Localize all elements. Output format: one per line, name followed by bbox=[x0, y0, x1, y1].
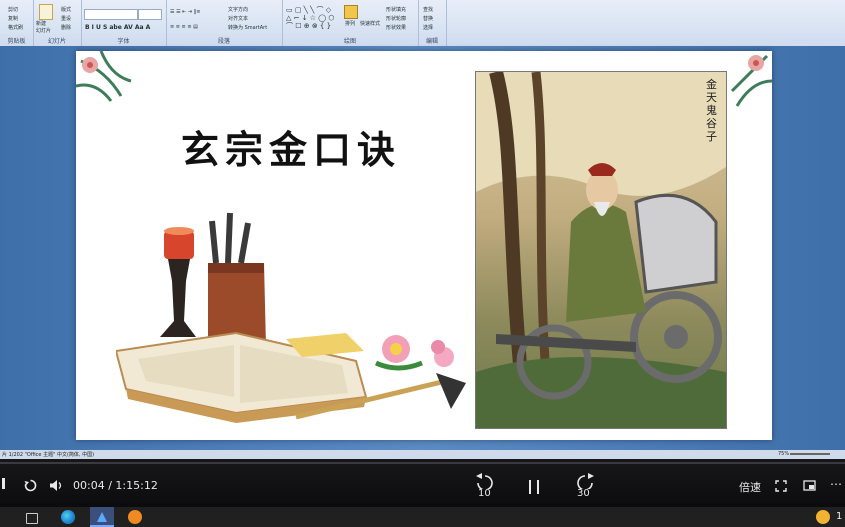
task-view-icon[interactable] bbox=[26, 513, 38, 524]
time-current: 00:04 bbox=[73, 479, 105, 492]
font-style-buttons[interactable]: B I U S abe AV Aa A bbox=[85, 24, 150, 31]
layout-button[interactable]: 版式 bbox=[61, 6, 71, 13]
stationery-illustration bbox=[116, 212, 466, 423]
cut-button[interactable]: 剪切 bbox=[8, 6, 18, 13]
shape-effects-button[interactable]: 形状效果 bbox=[386, 24, 406, 31]
blue-app-icon[interactable] bbox=[95, 511, 109, 523]
ribbon-group-drawing: ▭ ▢ ╲ ╲ ⌒ ◇ △ ⌐ ↓ ☆ ◯ ⬡ ⌒ ☐ ⊕ ⊗ { } 排列 快速样… bbox=[282, 0, 419, 46]
status-text: 片 1/202 "Office 主题" 中文(简体, 中国) bbox=[2, 452, 95, 458]
time-display: 00:04 / 1:15:12 bbox=[73, 479, 158, 492]
group-label-drawing: 绘图 bbox=[343, 38, 356, 45]
group-label-clipboard: 剪贴板 bbox=[7, 38, 26, 45]
video-player-controls: 00:04 / 1:15:12 10 30 倍速 ⋯ bbox=[0, 459, 845, 507]
volume-icon[interactable] bbox=[49, 479, 63, 492]
paragraph-align-buttons[interactable]: ≡ ≡ ≡ ≡ ▤ bbox=[170, 24, 198, 30]
slide[interactable]: 玄宗金口诀 金天鬼谷子 bbox=[76, 51, 772, 440]
ribbon-group-editing: 查找 替换 选择 编辑 bbox=[418, 0, 447, 46]
find-button[interactable]: 查找 bbox=[423, 6, 433, 13]
ribbon-group-paragraph: ☰ ☰ ⇤ ⇥ ‖≡ ≡ ≡ ≡ ≡ ▤ 文字方向 对齐文本 转换为 Smart… bbox=[166, 0, 283, 46]
tray-app-icon[interactable] bbox=[816, 510, 830, 524]
group-label-paragraph: 段落 bbox=[217, 38, 230, 45]
rewind-icon bbox=[476, 473, 493, 491]
more-options-icon[interactable]: ⋯ bbox=[830, 477, 842, 491]
ribbon: 剪切 复制 格式刷 剪贴板 新建 幻灯片 版式 重设 删除 幻灯片 B I U … bbox=[0, 0, 845, 47]
group-label-slides: 幻灯片 bbox=[47, 38, 66, 45]
edge-browser-icon[interactable] bbox=[61, 510, 75, 524]
new-slide-icon[interactable] bbox=[39, 4, 53, 20]
fullscreen-icon[interactable] bbox=[775, 480, 787, 492]
reset-button[interactable]: 重设 bbox=[61, 15, 71, 22]
taskbar: 1 bbox=[0, 507, 845, 527]
shapes-gallery[interactable]: ▭ ▢ ╲ ╲ ⌒ ◇ △ ⌐ ↓ ☆ ◯ ⬡ ⌒ ☐ ⊕ ⊗ { } bbox=[286, 6, 334, 30]
font-name-input[interactable] bbox=[84, 9, 138, 20]
painting-artwork bbox=[476, 72, 726, 428]
forward-icon bbox=[577, 473, 594, 491]
select-button[interactable]: 选择 bbox=[423, 24, 433, 31]
arrange-icon[interactable] bbox=[344, 5, 358, 19]
slide-title: 玄宗金口诀 bbox=[181, 127, 402, 172]
ribbon-group-font: B I U S abe AV Aa A 字体 bbox=[81, 0, 167, 46]
time-separator: / bbox=[108, 479, 112, 492]
replay-icon[interactable] bbox=[24, 479, 37, 492]
zoom-level[interactable]: 75% bbox=[778, 451, 789, 457]
rewind-label: 10 bbox=[478, 488, 491, 499]
format-painter-button[interactable]: 格式刷 bbox=[8, 24, 23, 31]
group-label-font: 字体 bbox=[117, 38, 130, 45]
text-direction-button[interactable]: 文字方向 bbox=[228, 6, 248, 13]
painting-caption: 金天鬼谷子 bbox=[706, 78, 717, 143]
font-size-input[interactable] bbox=[138, 9, 162, 20]
align-text-button[interactable]: 对齐文本 bbox=[228, 15, 248, 22]
guiguzi-painting: 金天鬼谷子 bbox=[475, 71, 727, 429]
zoom-slider[interactable] bbox=[790, 453, 830, 455]
stop-icon[interactable] bbox=[2, 478, 5, 489]
tray-text: 1 bbox=[836, 511, 843, 522]
picture-in-picture-icon[interactable] bbox=[803, 480, 816, 492]
shape-fill-button[interactable]: 形状填充 bbox=[386, 6, 406, 13]
ribbon-group-clipboard: 剪切 复制 格式刷 剪贴板 bbox=[0, 0, 34, 46]
time-total: 1:15:12 bbox=[115, 479, 158, 492]
shape-outline-button[interactable]: 形状轮廓 bbox=[386, 15, 406, 22]
floral-corner-top-left bbox=[76, 51, 132, 102]
new-slide-button[interactable]: 新建 幻灯片 bbox=[36, 20, 51, 34]
convert-smartart-button[interactable]: 转换为 SmartArt bbox=[228, 24, 267, 31]
copy-button[interactable]: 复制 bbox=[8, 15, 18, 22]
progress-bar[interactable] bbox=[0, 462, 845, 464]
replace-button[interactable]: 替换 bbox=[423, 15, 433, 22]
orange-app-icon[interactable] bbox=[128, 510, 142, 524]
delete-button[interactable]: 删除 bbox=[61, 24, 71, 31]
arrange-button[interactable]: 排列 bbox=[345, 20, 355, 27]
group-label-editing: 编辑 bbox=[425, 38, 438, 45]
status-bar: 片 1/202 "Office 主题" 中文(简体, 中国) 75% bbox=[0, 450, 845, 459]
quick-styles-button[interactable]: 快速样式 bbox=[360, 20, 380, 27]
paragraph-list-buttons[interactable]: ☰ ☰ ⇤ ⇥ ‖≡ bbox=[170, 9, 200, 15]
forward-label: 30 bbox=[577, 488, 590, 499]
ribbon-group-slides: 新建 幻灯片 版式 重设 删除 幻灯片 bbox=[33, 0, 82, 46]
speed-button[interactable]: 倍速 bbox=[739, 479, 761, 495]
forward-30-button[interactable]: 30 bbox=[573, 473, 597, 501]
pause-icon[interactable] bbox=[529, 480, 540, 494]
rewind-10-button[interactable]: 10 bbox=[473, 473, 497, 501]
